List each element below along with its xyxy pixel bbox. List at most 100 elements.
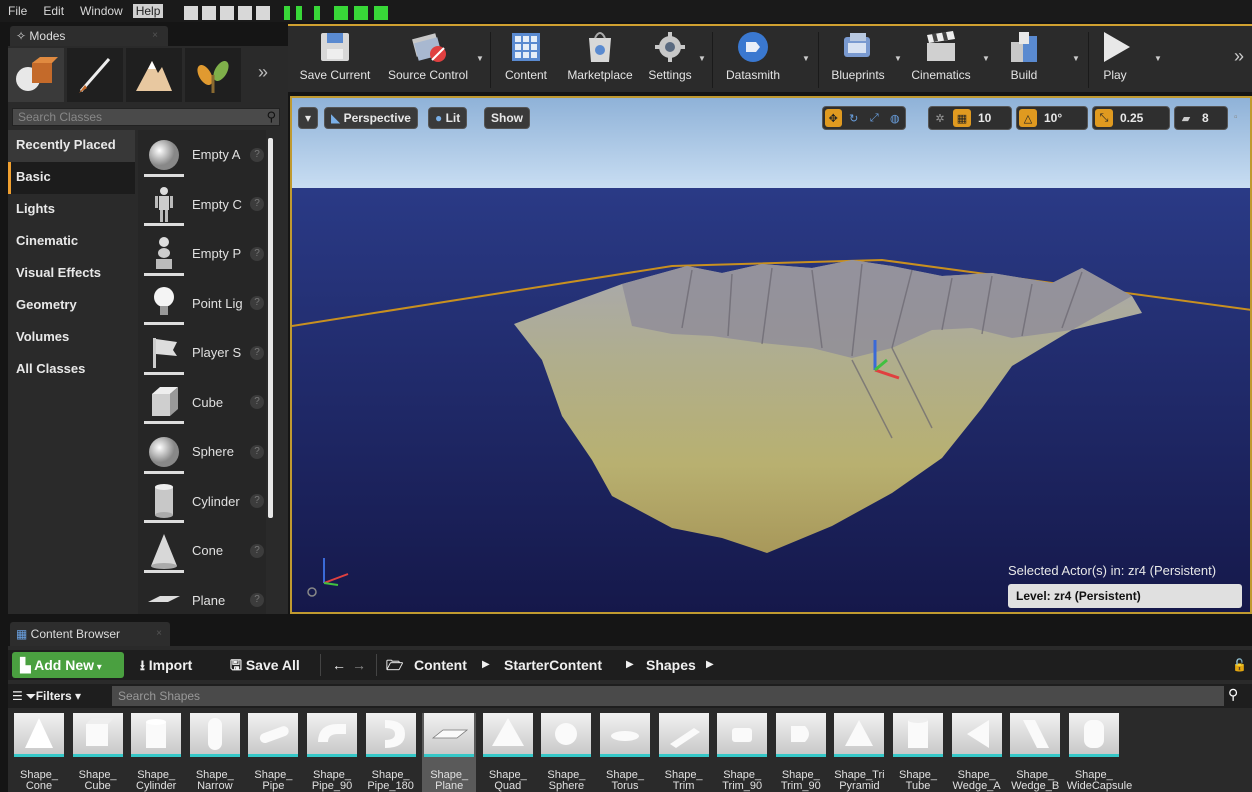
cinematics-button[interactable]: Cinematics	[908, 30, 974, 82]
toolbar-more-icon[interactable]: »	[1234, 46, 1244, 67]
search-shapes-input[interactable]: Search Shapes	[112, 686, 1224, 706]
close-icon[interactable]: ×	[156, 622, 162, 646]
category-geometry[interactable]: Geometry	[8, 290, 135, 322]
breadcrumb-content[interactable]: Content	[414, 652, 467, 678]
save-current-button[interactable]: Save Current	[294, 30, 376, 82]
placeable-item[interactable]: Sphere ?	[138, 427, 266, 477]
paint-mode-button[interactable]	[67, 48, 123, 102]
asset-tile[interactable]: Shape_ Sphere	[539, 713, 593, 792]
search-icon[interactable]: ⚲	[1228, 686, 1238, 703]
placeable-item[interactable]: Cone ?	[138, 526, 266, 576]
chevron-down-icon[interactable]: ▼	[476, 54, 484, 63]
modes-more-icon[interactable]: »	[258, 62, 268, 83]
content-button[interactable]: Content	[498, 30, 554, 82]
forward-button[interactable]: →	[352, 652, 366, 678]
help-icon[interactable]: ?	[250, 147, 264, 162]
maximize-icon[interactable]: ▫	[1234, 112, 1238, 123]
help-icon[interactable]: ?	[250, 494, 264, 509]
rotation-snap-value[interactable]: 10°	[1039, 111, 1067, 125]
menu-window[interactable]: Window	[72, 0, 131, 22]
placeable-item[interactable]: Plane ?	[138, 576, 266, 615]
menu-help[interactable]: Help	[132, 4, 164, 18]
search-classes-input[interactable]: Search Classes ⚲	[12, 108, 280, 126]
chevron-down-icon[interactable]: ▼	[1072, 54, 1080, 63]
chevron-down-icon[interactable]: ▼	[1154, 54, 1162, 63]
menu-edit[interactable]: Edit	[35, 0, 72, 22]
breadcrumb-starter-content[interactable]: StarterContent	[504, 652, 602, 678]
lit-button[interactable]: ● Lit	[428, 107, 468, 129]
asset-tile[interactable]: Shape_ Torus	[598, 713, 652, 792]
asset-tile[interactable]: Shape_Tri Pyramid	[832, 713, 886, 792]
help-icon[interactable]: ?	[250, 246, 264, 261]
rotate-icon[interactable]: ↻	[846, 109, 863, 127]
scale-snap-value[interactable]: 0.25	[1115, 111, 1148, 125]
category-recently-placed[interactable]: Recently Placed	[8, 130, 135, 162]
placeable-item[interactable]: Empty C ?	[138, 180, 266, 230]
breadcrumb-arrow-icon[interactable]: ▶	[626, 652, 634, 678]
place-mode-button[interactable]	[8, 48, 64, 102]
chevron-down-icon[interactable]: ▼	[894, 54, 902, 63]
placeable-scrollbar[interactable]	[268, 138, 273, 518]
help-icon[interactable]: ?	[250, 543, 264, 558]
perspective-button[interactable]: ◣ Perspective	[324, 107, 418, 129]
help-icon[interactable]: ?	[250, 593, 264, 608]
level-viewport[interactable]: ▾ ◣ Perspective ● Lit Show ✥ ↻ ⤢ ◍ ✲ ▦ 1…	[290, 96, 1252, 614]
settings-button[interactable]: Settings	[644, 30, 696, 82]
asset-tile[interactable]: Shape_ Quad Pyramid	[481, 713, 535, 792]
category-lights[interactable]: Lights	[8, 194, 135, 226]
asset-tile[interactable]: Shape_ Pipe_180	[364, 713, 418, 792]
asset-tile[interactable]: Shape_ Trim_90 _In	[715, 713, 769, 792]
source-control-button[interactable]: Source Control	[382, 30, 474, 82]
surface-snap-icon[interactable]: ✲	[931, 109, 949, 127]
filters-button[interactable]: ☰ ⏷Filters ▾	[12, 686, 81, 706]
asset-tile[interactable]: Shape_ Cylinder	[129, 713, 183, 792]
save-all-button[interactable]: 🖫 Save All	[230, 652, 300, 678]
menu-file[interactable]: File	[0, 0, 35, 22]
modes-tab[interactable]: ✧ Modes ×	[10, 26, 168, 46]
content-browser-tab[interactable]: ▦ Content Browser ×	[10, 622, 170, 646]
help-icon[interactable]: ?	[250, 296, 264, 311]
viewport-options-button[interactable]: ▾	[298, 107, 318, 129]
datasmith-button[interactable]: Datasmith	[718, 30, 788, 82]
close-icon[interactable]: ×	[152, 26, 158, 46]
back-button[interactable]: ←	[332, 652, 346, 678]
scale-icon[interactable]: ⤢	[866, 109, 883, 127]
asset-tile[interactable]: Shape_ Plane	[422, 713, 477, 792]
rotation-snap-icon[interactable]: △	[1019, 109, 1037, 127]
scale-snap-icon[interactable]: ⤡	[1095, 109, 1113, 127]
placeable-item[interactable]: Player S ?	[138, 328, 266, 378]
asset-tile[interactable]: Shape_ Pipe_90	[305, 713, 359, 792]
chevron-down-icon[interactable]: ▼	[698, 54, 706, 63]
lock-icon[interactable]: 🔓	[1232, 652, 1247, 678]
grid-snap-icon[interactable]: ▦	[953, 109, 971, 127]
camera-speed-icon[interactable]: ▰	[1177, 109, 1195, 127]
asset-tile[interactable]: Shape_ WideCapsule	[1067, 713, 1132, 792]
landscape-mode-button[interactable]	[126, 48, 182, 102]
chevron-down-icon[interactable]: ▼	[802, 54, 810, 63]
help-icon[interactable]: ?	[250, 395, 264, 410]
breadcrumb-arrow-icon[interactable]: ▶	[706, 652, 714, 678]
add-new-button[interactable]: ▙ Add New ▾	[12, 652, 124, 678]
placeable-item[interactable]: Empty A ?	[138, 130, 266, 180]
asset-tile[interactable]: Shape_ Trim	[657, 713, 711, 792]
build-button[interactable]: Build	[1000, 30, 1048, 82]
grid-snap-value[interactable]: 10	[973, 111, 996, 125]
world-icon[interactable]: ◍	[887, 109, 904, 127]
show-button[interactable]: Show	[484, 107, 530, 129]
marketplace-button[interactable]: Marketplace	[560, 30, 640, 82]
breadcrumb-arrow-icon[interactable]: ▶	[482, 652, 490, 678]
help-icon[interactable]: ?	[250, 444, 264, 459]
breadcrumb-shapes[interactable]: Shapes	[646, 652, 696, 678]
asset-tile[interactable]: Shape_ Wedge_B	[1008, 713, 1062, 792]
asset-tile[interactable]: Shape_ Wedge_A	[950, 713, 1004, 792]
category-basic[interactable]: Basic	[8, 162, 135, 194]
play-button[interactable]: Play	[1092, 30, 1138, 82]
placeable-item[interactable]: Cylinder ?	[138, 477, 266, 527]
asset-tile[interactable]: Shape_ Cube	[71, 713, 125, 792]
asset-tile[interactable]: Shape_ Tube	[891, 713, 945, 792]
folder-icon[interactable]: 🗁	[386, 652, 403, 678]
placeable-item[interactable]: Cube ?	[138, 378, 266, 428]
import-button[interactable]: ⭳ Import	[140, 652, 192, 678]
blueprints-button[interactable]: Blueprints	[826, 30, 890, 82]
category-all-classes[interactable]: All Classes	[8, 354, 135, 386]
